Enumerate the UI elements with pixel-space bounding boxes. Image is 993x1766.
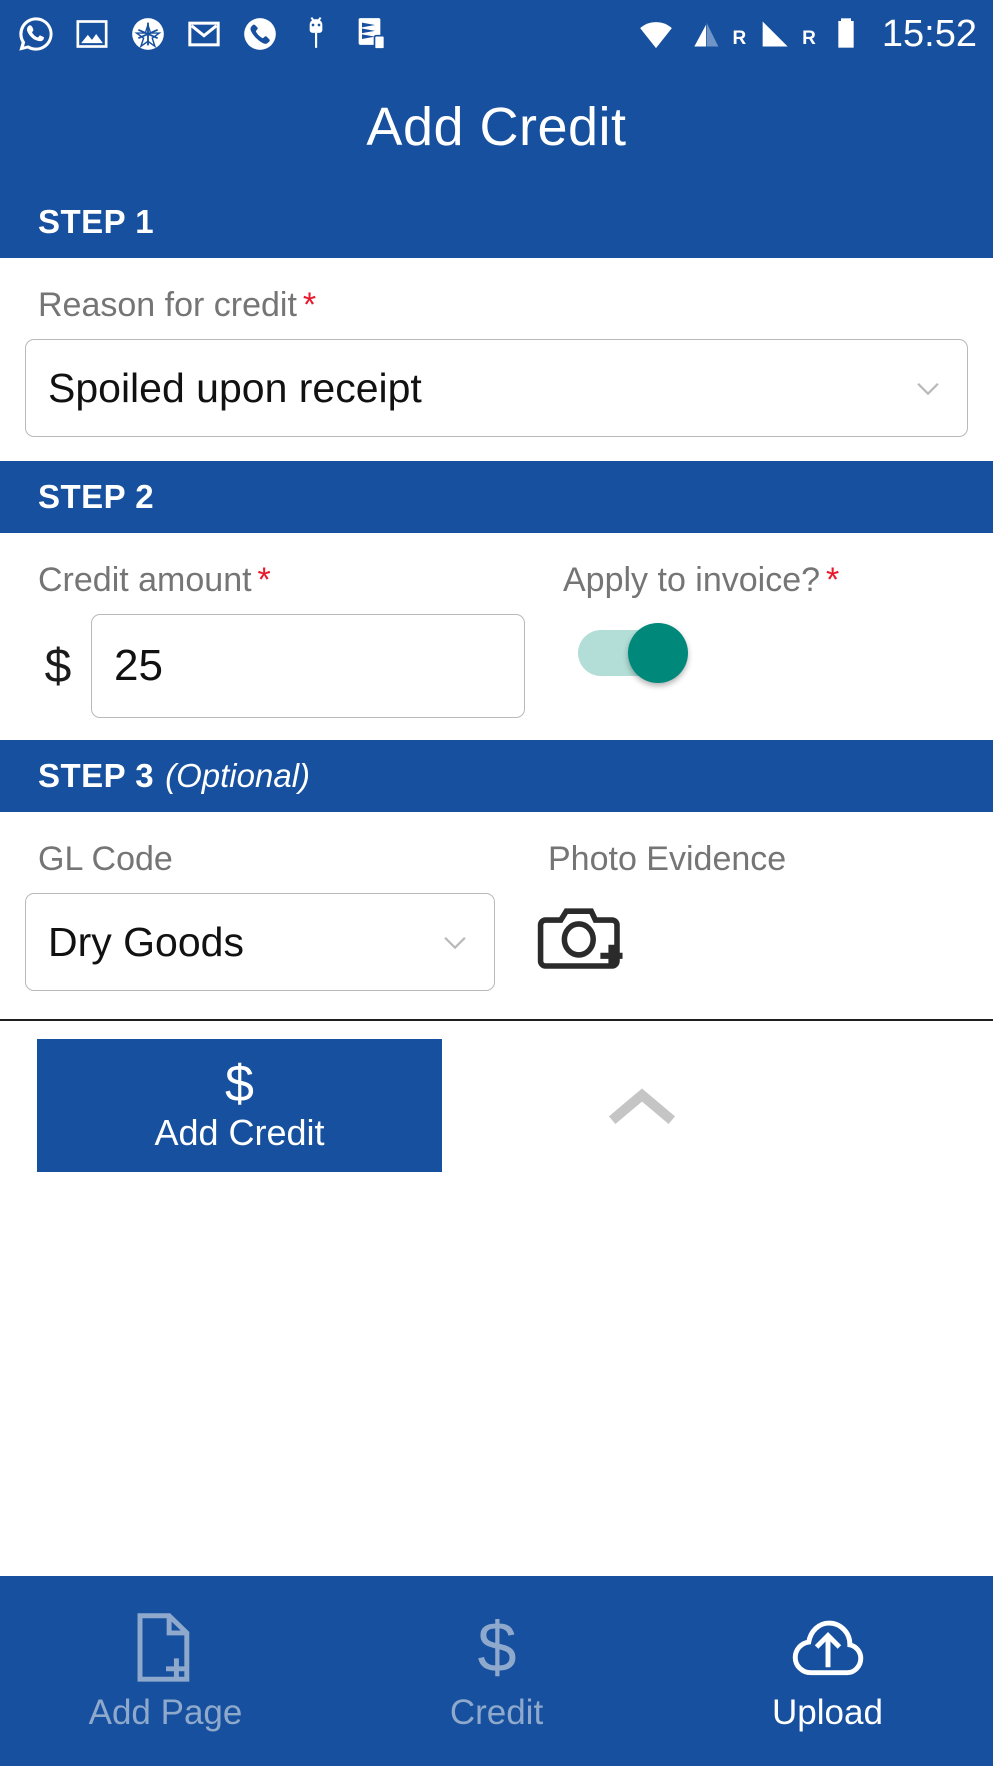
status-bar-right-icons: R R 15:52 bbox=[636, 13, 977, 56]
status-bar-clock: 15:52 bbox=[881, 12, 977, 55]
step-1-body: Reason for credit * Spoiled upon receipt bbox=[0, 258, 993, 461]
gmail-icon bbox=[184, 14, 224, 54]
roaming-label-1: R bbox=[732, 27, 747, 49]
status-bar: R R 15:52 bbox=[0, 0, 993, 68]
gallery-image-icon bbox=[72, 14, 112, 54]
step-1-header: STEP 1 bbox=[0, 186, 993, 258]
content-spacer bbox=[0, 1172, 993, 1576]
dollar-icon: $ bbox=[458, 1609, 536, 1687]
step-1-label: STEP 1 bbox=[38, 203, 155, 240]
photo-evidence-group: Photo Evidence bbox=[495, 812, 968, 986]
chevron-down-icon bbox=[438, 925, 472, 959]
nav-item-upload[interactable]: Upload bbox=[662, 1609, 993, 1733]
step-2-label: STEP 2 bbox=[38, 478, 155, 515]
svg-text:$: $ bbox=[477, 1609, 516, 1686]
app-title-bar: Add Credit bbox=[0, 68, 993, 186]
reason-for-credit-value: Spoiled upon receipt bbox=[48, 364, 422, 411]
nav-label-add-page: Add Page bbox=[88, 1693, 243, 1732]
status-bar-left-icons bbox=[16, 14, 392, 54]
checklist-document-icon bbox=[352, 14, 392, 54]
step-3-body: GL Code Dry Goods Photo Evidence bbox=[0, 812, 993, 991]
photo-evidence-label: Photo Evidence bbox=[548, 840, 787, 878]
cloud-upload-icon bbox=[789, 1609, 867, 1687]
apply-to-invoice-label-text: Apply to invoice? bbox=[563, 561, 821, 599]
reason-for-credit-select[interactable]: Spoiled upon receipt bbox=[25, 339, 968, 437]
page-title: Add Credit bbox=[366, 97, 627, 157]
page-add-icon bbox=[127, 1609, 205, 1687]
bottom-navigation-bar: Add Page $ Credit Upload bbox=[0, 1576, 993, 1766]
battery-icon bbox=[826, 14, 866, 54]
signal-2-icon bbox=[756, 14, 796, 54]
gl-code-group: GL Code Dry Goods bbox=[25, 812, 495, 991]
currency-symbol: $ bbox=[44, 639, 72, 693]
whatsapp-icon bbox=[16, 14, 56, 54]
apply-to-invoice-toggle[interactable] bbox=[578, 623, 688, 683]
credit-amount-label: Credit amount * bbox=[25, 533, 525, 614]
add-credit-button[interactable]: $ Add Credit bbox=[37, 1039, 442, 1172]
phone-call-icon bbox=[240, 14, 280, 54]
apply-required-asterisk: * bbox=[826, 561, 840, 599]
chevron-down-icon bbox=[911, 371, 945, 405]
app-screen: R R 15:52 Add Credit STEP 1 Reason for c… bbox=[0, 0, 993, 1766]
gl-code-label: GL Code bbox=[38, 840, 173, 878]
credit-amount-required-asterisk: * bbox=[257, 561, 271, 599]
credit-amount-input[interactable]: 25 bbox=[91, 614, 525, 718]
credit-amount-value: 25 bbox=[114, 641, 163, 690]
step-2-header: STEP 2 bbox=[0, 461, 993, 533]
dollar-icon: $ bbox=[225, 1054, 254, 1113]
step-3-header: STEP 3 (Optional) bbox=[0, 740, 993, 812]
nav-item-add-page[interactable]: Add Page bbox=[0, 1609, 331, 1733]
reason-required-asterisk: * bbox=[302, 286, 317, 324]
step-3-label: STEP 3 bbox=[38, 757, 155, 794]
apply-to-invoice-label: Apply to invoice? * bbox=[550, 533, 968, 614]
usb-android-icon bbox=[296, 14, 336, 54]
nav-item-credit[interactable]: $ Credit bbox=[331, 1609, 662, 1733]
star-circle-icon bbox=[128, 14, 168, 54]
credit-amount-label-text: Credit amount bbox=[38, 561, 252, 599]
step-3-optional-label: (Optional) bbox=[165, 757, 311, 794]
nav-label-credit: Credit bbox=[449, 1693, 544, 1732]
step-2-body: Credit amount * $ 25 Apply to invoice? * bbox=[0, 533, 993, 740]
roaming-label-2: R bbox=[802, 27, 816, 49]
add-credit-button-label: Add Credit bbox=[154, 1111, 325, 1153]
apply-to-invoice-group: Apply to invoice? * bbox=[525, 533, 968, 702]
wifi-icon bbox=[636, 14, 676, 54]
action-bar: $ Add Credit bbox=[0, 1021, 993, 1172]
chevron-up-icon[interactable] bbox=[602, 1081, 682, 1131]
reason-label-text: Reason for credit bbox=[38, 286, 297, 324]
signal-1-icon bbox=[686, 14, 726, 54]
nav-label-upload: Upload bbox=[772, 1693, 883, 1732]
credit-amount-group: Credit amount * $ 25 bbox=[25, 533, 525, 740]
camera-add-icon[interactable] bbox=[535, 893, 627, 981]
toggle-knob bbox=[628, 623, 688, 683]
gl-code-value: Dry Goods bbox=[48, 918, 244, 965]
gl-code-select[interactable]: Dry Goods bbox=[25, 893, 495, 991]
reason-for-credit-label: Reason for credit * bbox=[25, 258, 968, 339]
